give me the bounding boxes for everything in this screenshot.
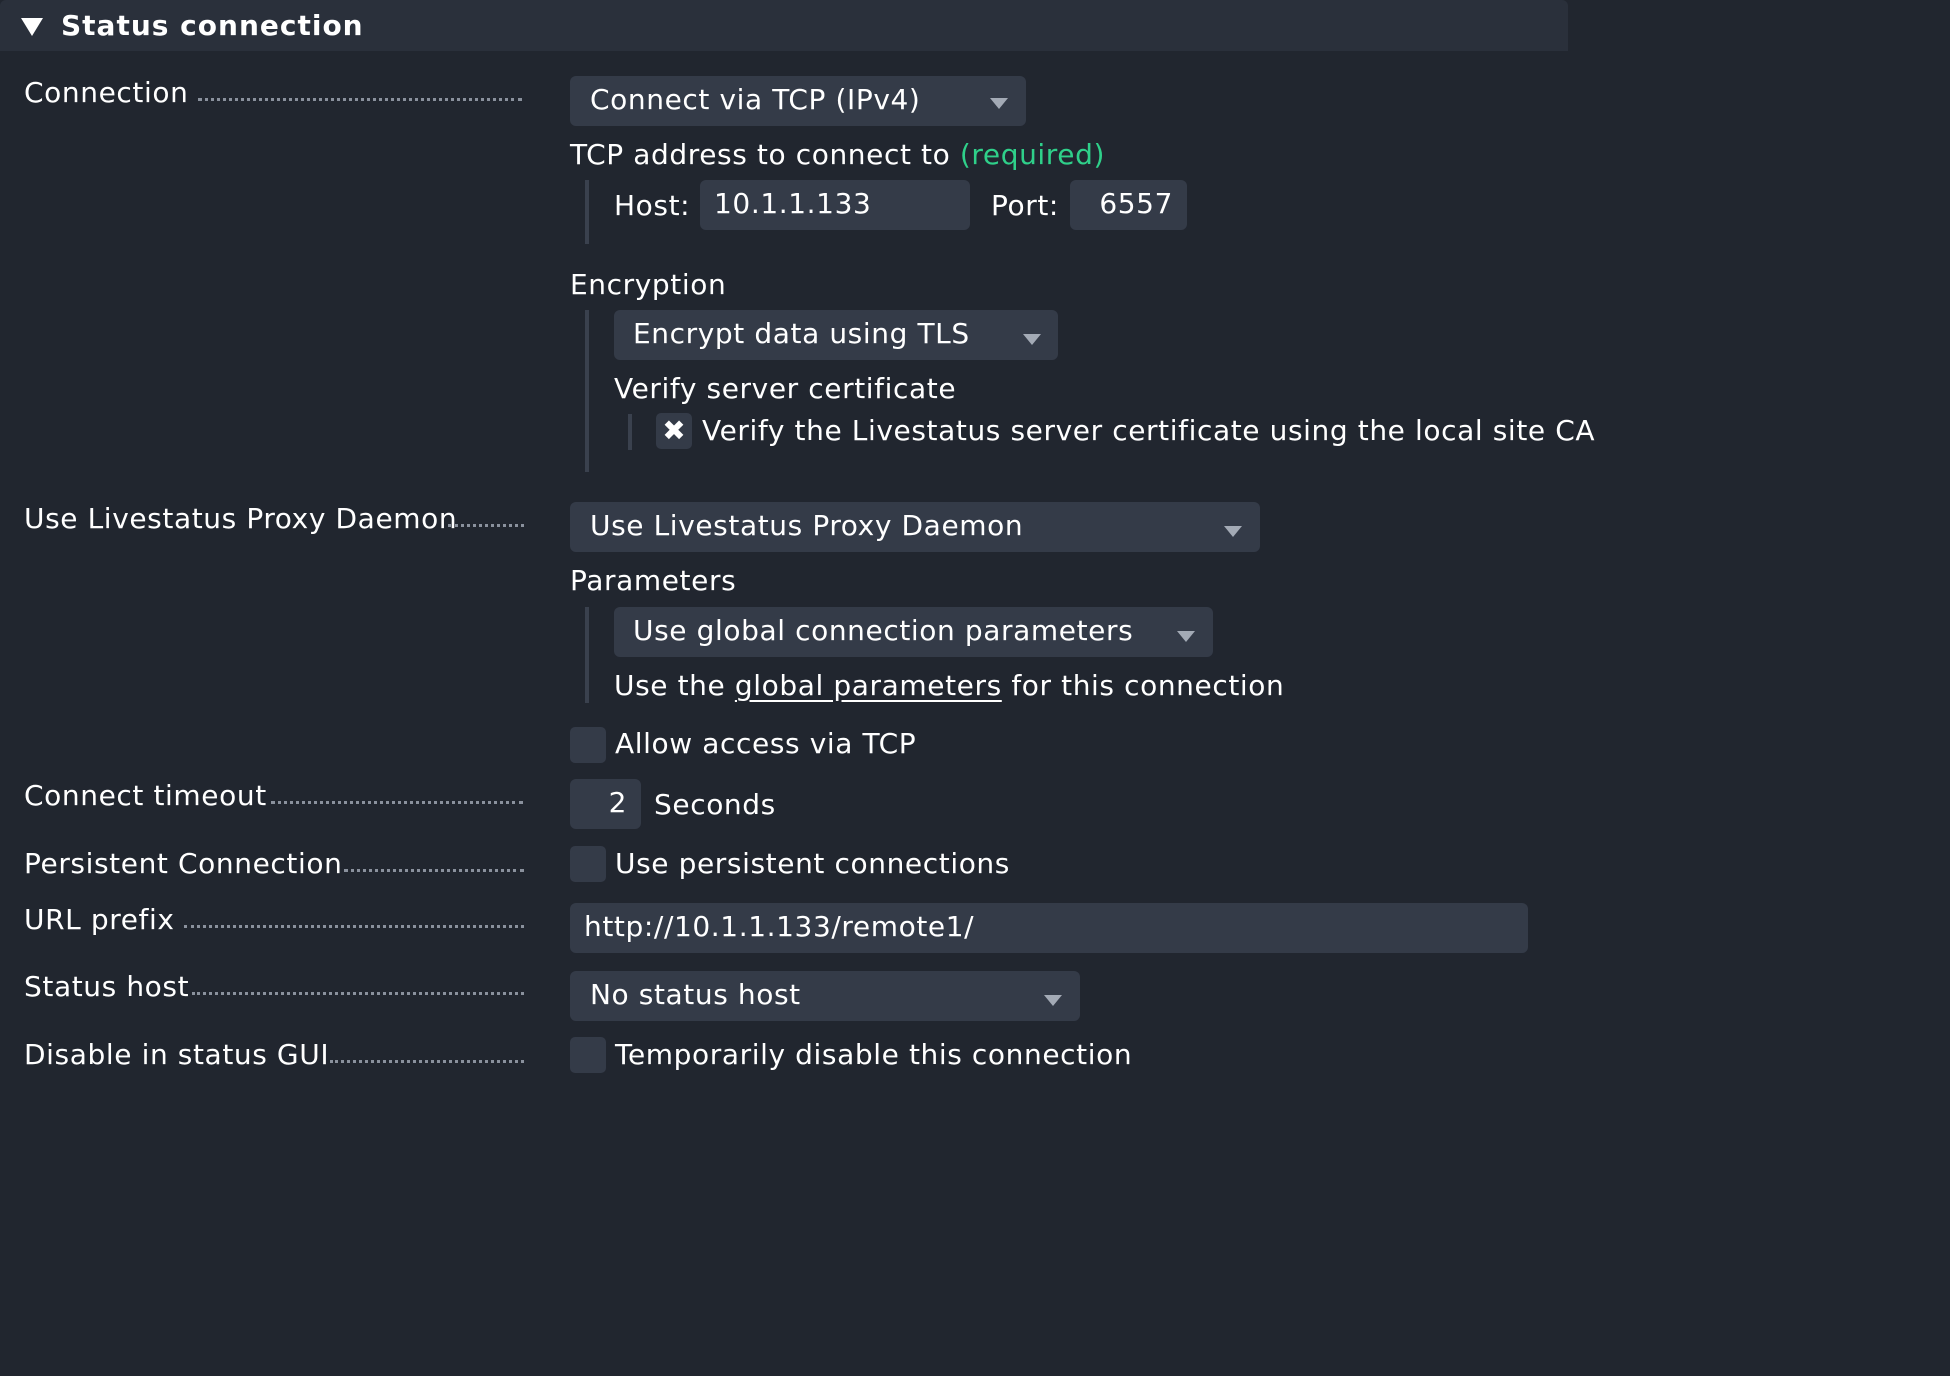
indent-line [585,310,589,472]
chevron-down-icon [990,98,1008,109]
label-dots [271,801,523,804]
proxy-label: Use Livestatus Proxy Daemon [24,502,458,535]
status-host-label: Status host [24,970,190,1003]
parameters-select[interactable]: Use global connection parameters [614,607,1213,657]
label-dots [330,1060,524,1063]
port-input[interactable]: 6557 [1070,180,1187,230]
allow-tcp-checkbox[interactable] [570,727,606,763]
port-label: Port: [991,189,1059,222]
persistent-checkbox[interactable] [570,846,606,882]
indent-line [585,180,589,244]
status-host-select-value: No status host [590,978,801,1011]
tcp-address-label: TCP address to connect to (required) [570,138,1106,171]
disable-checkbox-label: Temporarily disable this connection [615,1038,1133,1071]
global-parameters-link[interactable]: global parameters [735,669,1002,702]
triangle-down-icon[interactable] [21,18,43,36]
timeout-unit: Seconds [654,788,776,821]
allow-tcp-label: Allow access via TCP [615,727,917,760]
timeout-input[interactable]: 2 [570,779,641,829]
label-dots [198,98,522,101]
section-title: Status connection [61,9,364,42]
connection-select-value: Connect via TCP (IPv4) [590,83,921,116]
url-prefix-input[interactable]: http://10.1.1.133/remote1/ [570,903,1528,953]
url-prefix-label: URL prefix [24,903,175,936]
label-dots [192,992,524,995]
status-host-select[interactable]: No status host [570,971,1080,1021]
indent-line [628,414,632,450]
verify-checkbox[interactable]: ✖ [656,413,692,449]
proxy-select[interactable]: Use Livestatus Proxy Daemon [570,502,1260,552]
encryption-select-value: Encrypt data using TLS [633,317,970,350]
parameters-help: Use the global parameters for this conne… [614,669,1285,702]
disable-checkbox[interactable] [570,1037,606,1073]
verify-checkbox-label: Verify the Livestatus server certificate… [702,414,1596,447]
section-header[interactable]: Status connection [0,0,1568,51]
label-dots [184,925,524,928]
x-mark-icon: ✖ [662,414,686,447]
required-text: (required) [959,138,1106,171]
port-value: 6557 [1099,187,1173,220]
chevron-down-icon [1224,526,1242,537]
chevron-down-icon [1177,631,1195,642]
host-value: 10.1.1.133 [714,187,872,220]
disable-label: Disable in status GUI [24,1038,330,1071]
host-input[interactable]: 10.1.1.133 [700,180,970,230]
proxy-select-value: Use Livestatus Proxy Daemon [590,509,1024,542]
url-prefix-value: http://10.1.1.133/remote1/ [584,910,975,943]
chevron-down-icon [1044,995,1062,1006]
encryption-label: Encryption [570,268,727,301]
encryption-select[interactable]: Encrypt data using TLS [614,310,1058,360]
label-dots [344,869,524,872]
persistent-label: Persistent Connection [24,847,343,880]
parameters-select-value: Use global connection parameters [633,614,1134,647]
host-label: Host: [614,189,691,222]
timeout-label: Connect timeout [24,779,267,812]
parameters-label: Parameters [570,564,737,597]
connection-label: Connection [24,76,189,109]
persistent-checkbox-label: Use persistent connections [615,847,1010,880]
verify-label: Verify server certificate [614,372,957,405]
connection-select[interactable]: Connect via TCP (IPv4) [570,76,1026,126]
label-dots [448,524,524,527]
timeout-value: 2 [608,786,627,819]
indent-line [585,607,589,703]
chevron-down-icon [1023,334,1041,345]
